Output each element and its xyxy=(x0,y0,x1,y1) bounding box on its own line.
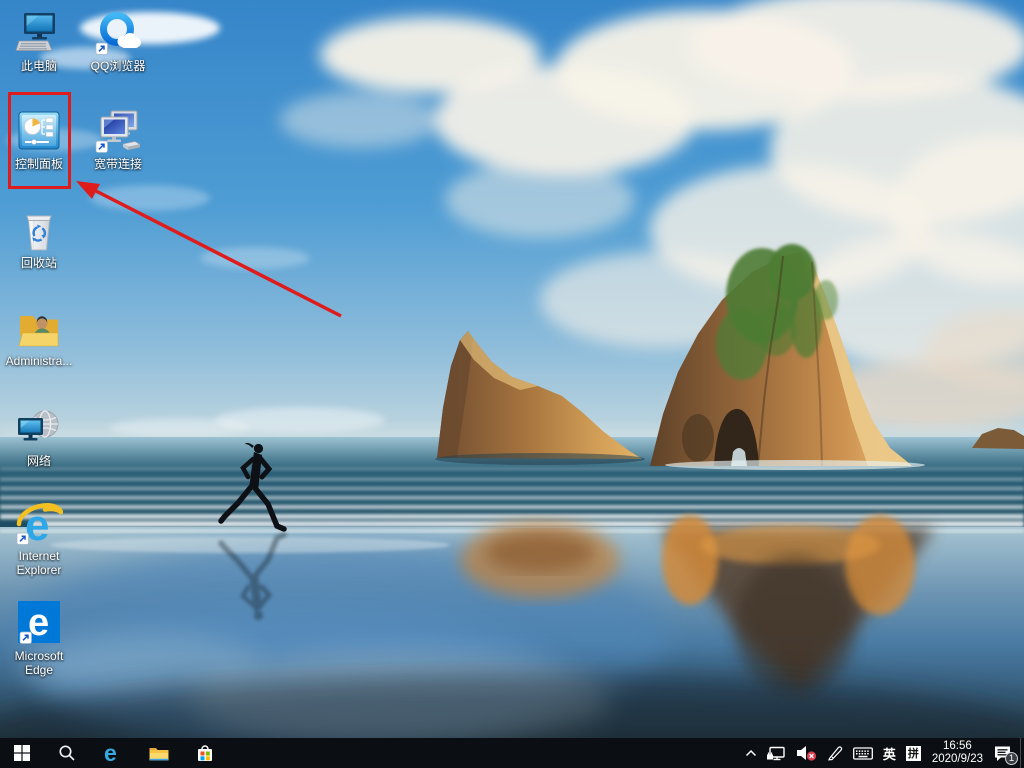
desktop-icon-label: Microsoft Edge xyxy=(1,649,77,677)
microsoft-store-icon xyxy=(196,743,214,763)
desktop-icon-label: 此电脑 xyxy=(21,59,57,73)
file-explorer-icon xyxy=(149,745,169,762)
search-icon xyxy=(58,744,76,762)
chevron-up-icon xyxy=(745,749,757,758)
desktop-icon-label: 网络 xyxy=(27,454,51,468)
ime-language-label: 英 xyxy=(883,744,896,763)
desktop-icon-this-pc[interactable]: 此电脑 xyxy=(1,6,77,73)
qq-browser-icon xyxy=(94,8,142,56)
notification-badge: 1 xyxy=(1005,752,1018,765)
user-folder-icon xyxy=(15,303,63,351)
clock-date: 2020/9/23 xyxy=(932,753,983,766)
ime-mode-label: 拼 xyxy=(906,746,921,761)
volume-muted-icon xyxy=(796,745,817,761)
search-button[interactable] xyxy=(44,738,90,768)
show-desktop-button[interactable] xyxy=(1020,738,1024,768)
tray-pen-button[interactable] xyxy=(822,738,848,768)
tray-touch-keyboard-button[interactable] xyxy=(848,738,878,768)
taskbar-tray: 英 拼 16:56 2020/9/23 1 xyxy=(740,738,1024,768)
clock-time: 16:56 xyxy=(932,740,983,753)
desktop-icon-qq-browser[interactable]: QQ浏览器 xyxy=(80,6,156,73)
taskbar: e xyxy=(0,738,1024,768)
desktop-icon-internet-explorer[interactable]: e Internet Explorer xyxy=(1,496,77,577)
desktop-icon-label: 宽带连接 xyxy=(94,157,142,171)
desktop-icon-label: 回收站 xyxy=(21,256,57,270)
ime-mode-indicator[interactable]: 拼 xyxy=(901,738,926,768)
ime-language-indicator[interactable]: 英 xyxy=(878,738,901,768)
annotation-highlight-box xyxy=(8,92,71,189)
desktop-icon-network[interactable]: 网络 xyxy=(1,401,77,468)
internet-explorer-icon: e xyxy=(15,498,63,546)
keyboard-icon xyxy=(853,746,873,761)
desktop-icon-label: Administra... xyxy=(6,354,73,368)
start-button[interactable] xyxy=(0,738,44,768)
wired-network-icon xyxy=(767,746,786,761)
tray-hidden-icons-button[interactable] xyxy=(740,738,762,768)
this-pc-icon xyxy=(15,8,63,56)
recycle-bin-icon xyxy=(15,205,63,253)
microsoft-edge-icon: e xyxy=(15,598,63,646)
edge-icon: e xyxy=(101,741,125,765)
action-center-button[interactable]: 1 xyxy=(989,738,1020,768)
tray-volume-button[interactable] xyxy=(791,738,822,768)
desktop-icon-label: Internet Explorer xyxy=(1,549,77,577)
svg-text:e: e xyxy=(104,741,117,765)
taskbar-file-explorer-button[interactable] xyxy=(136,738,182,768)
network-icon xyxy=(15,403,63,451)
tray-network-button[interactable] xyxy=(762,738,791,768)
taskbar-clock[interactable]: 16:56 2020/9/23 xyxy=(926,738,989,768)
desktop-icon-admin-folder[interactable]: Administra... xyxy=(1,301,77,368)
windows-logo-icon xyxy=(14,745,30,761)
desktop: 此电脑 QQ浏览器 xyxy=(0,0,1024,768)
desktop-icon-microsoft-edge[interactable]: e Microsoft Edge xyxy=(1,596,77,677)
pen-icon xyxy=(827,745,843,761)
broadband-connection-icon xyxy=(94,106,142,154)
desktop-icon-broadband[interactable]: 宽带连接 xyxy=(80,104,156,171)
taskbar-edge-button[interactable]: e xyxy=(90,738,136,768)
desktop-icon-recycle-bin[interactable]: 回收站 xyxy=(1,203,77,270)
taskbar-left: e xyxy=(0,738,228,768)
taskbar-store-button[interactable] xyxy=(182,738,228,768)
desktop-icon-label: QQ浏览器 xyxy=(91,59,146,73)
